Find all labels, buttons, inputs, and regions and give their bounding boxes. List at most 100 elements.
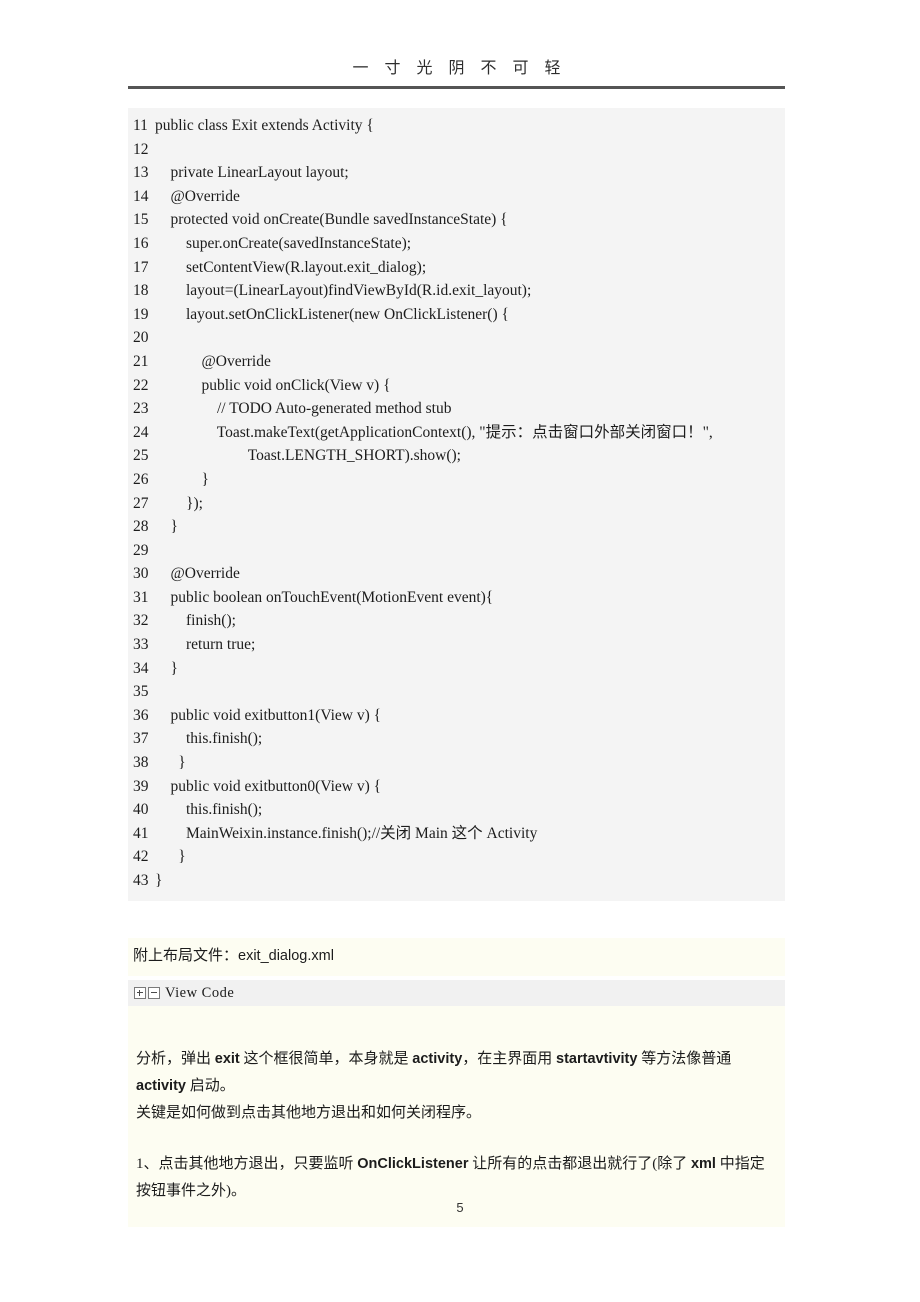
code-line-text: @Override xyxy=(155,352,271,370)
code-line: 20 xyxy=(128,326,785,350)
code-line-number: 26 xyxy=(133,470,149,488)
code-line-text: Toast.makeText(getApplicationContext(), … xyxy=(155,423,713,441)
minus-box-icon[interactable] xyxy=(148,987,160,999)
code-line-text: @Override xyxy=(155,187,240,205)
plus-box-icon[interactable] xyxy=(134,987,146,999)
code-line-text: this.finish(); xyxy=(155,801,263,819)
prose-paragraph-2: 关键是如何做到点击其他地方退出和如何关闭程序。 xyxy=(136,1105,482,1121)
code-line: 23 // TODO Auto-generated method stub xyxy=(128,397,785,421)
code-line-number: 22 xyxy=(133,376,149,394)
view-code-label[interactable]: View Code xyxy=(165,985,234,1002)
code-line-number: 17 xyxy=(133,258,149,276)
prose-p1-seg4: 等方法像普通 xyxy=(637,1051,732,1067)
code-line-number: 32 xyxy=(133,612,149,630)
code-line: 43} xyxy=(128,869,785,893)
code-line-number: 43 xyxy=(133,872,149,889)
code-line-text: public class Exit extends Activity { xyxy=(155,117,374,134)
code-line-text: Toast.LENGTH_SHORT).show(); xyxy=(155,447,461,465)
code-line-number: 19 xyxy=(133,305,149,323)
code-line-number: 15 xyxy=(133,211,149,229)
code-line-number: 39 xyxy=(133,777,149,795)
code-line-text: return true; xyxy=(155,636,256,654)
code-line-number: 35 xyxy=(133,683,149,701)
code-line-number: 18 xyxy=(133,282,149,300)
code-line-number: 25 xyxy=(133,447,149,465)
code-line: 33 return true; xyxy=(128,633,785,657)
code-line-text: MainWeixin.instance.finish();//关闭 Main 这… xyxy=(155,824,538,842)
prose-p3-en2: xml xyxy=(690,1156,716,1172)
attachment-caption: 附上布局文件：exit_dialog.xml xyxy=(128,938,785,976)
code-line: 26 } xyxy=(128,468,785,492)
code-line: 25 Toast.LENGTH_SHORT).show(); xyxy=(128,444,785,468)
code-line: 36 public void exitbutton1(View v) { xyxy=(128,704,785,728)
code-line: 31 public boolean onTouchEvent(MotionEve… xyxy=(128,586,785,610)
page-number: 5 xyxy=(456,1200,464,1215)
code-line: 42 } xyxy=(128,845,785,869)
analysis-prose: 分析，弹出 exit 这个框很简单，本身就是 activity ，在主界面用 st… xyxy=(128,1024,785,1227)
code-line-text: } xyxy=(155,754,186,772)
code-line-number: 28 xyxy=(133,518,149,536)
code-line: 35 xyxy=(128,680,785,704)
code-line: 17 setContentView(R.layout.exit_dialog); xyxy=(128,256,785,280)
code-line: 14 @Override xyxy=(128,185,785,209)
code-line: 18 layout=(LinearLayout)findViewById(R.i… xyxy=(128,279,785,303)
code-line-number: 40 xyxy=(133,801,149,819)
code-line: 15 protected void onCreate(Bundle savedI… xyxy=(128,208,785,232)
code-line-text: @Override xyxy=(155,565,240,583)
view-code-bar[interactable]: View Code xyxy=(128,980,785,1006)
code-line-text: public boolean onTouchEvent(MotionEvent … xyxy=(155,588,494,606)
code-listing: 11 public class Exit extends Activity { 12… xyxy=(128,108,785,901)
code-line-text: } xyxy=(155,872,163,889)
header-divider xyxy=(128,86,785,89)
attachment-filename: exit_dialog.xml xyxy=(238,948,334,964)
code-line: 27 }); xyxy=(128,492,785,516)
code-line-number: 21 xyxy=(133,352,149,370)
prose-p1-en1: exit xyxy=(214,1051,240,1067)
code-line-text: finish(); xyxy=(155,612,236,630)
prose-p3-seg2: 让所有的点击都退出就行了(除了 xyxy=(468,1156,691,1172)
code-line-number: 13 xyxy=(133,164,149,182)
prose-p1-seg3: ，在主界面用 xyxy=(462,1051,557,1067)
prose-p3-seg1: 1、点击其他地方退出，只要监听 xyxy=(136,1156,358,1172)
code-line: 34 } xyxy=(128,657,785,681)
code-line: 11 public class Exit extends Activity { xyxy=(128,114,785,138)
running-header: 一 寸 光 阴 不 可 轻 xyxy=(128,58,785,89)
code-line-number: 20 xyxy=(133,329,149,347)
prose-p1-seg5: 启动。 xyxy=(185,1078,235,1094)
code-line-text: }); xyxy=(155,494,203,512)
attachment-label: 附上布局文件： xyxy=(133,948,239,964)
code-line-number: 33 xyxy=(133,636,149,654)
document-page: 一 寸 光 阴 不 可 轻 11 public class Exit extend… xyxy=(0,0,920,1302)
code-line-text: public void exitbutton1(View v) { xyxy=(155,706,382,724)
code-line-number: 34 xyxy=(133,659,149,677)
code-line: 32 finish(); xyxy=(128,609,785,633)
code-line: 21 @Override xyxy=(128,350,785,374)
code-line: 29 xyxy=(128,539,785,563)
code-line: 38 } xyxy=(128,751,785,775)
prose-p1-en3: startavtivity xyxy=(556,1051,638,1067)
code-line-text: } xyxy=(155,659,178,677)
prose-p3-en1: OnClickListener xyxy=(357,1156,469,1172)
code-line-number: 36 xyxy=(133,706,149,724)
code-line-number: 27 xyxy=(133,494,149,512)
code-line-number: 12 xyxy=(133,140,149,158)
prose-p1-seg2: 这个框很简单，本身就是 xyxy=(239,1051,413,1067)
code-line-text: } xyxy=(155,470,209,488)
code-line: 41 MainWeixin.instance.finish();//关闭 Mai… xyxy=(128,822,785,846)
code-line-number: 41 xyxy=(133,824,149,842)
code-line: 40 this.finish(); xyxy=(128,798,785,822)
code-line-number: 14 xyxy=(133,187,149,205)
prose-p1-seg1: 分析，弹出 xyxy=(136,1051,215,1067)
code-line-text: private LinearLayout layout; xyxy=(155,164,349,182)
prose-p1-en4: activity xyxy=(136,1078,186,1094)
code-line-number: 30 xyxy=(133,565,149,583)
code-line-number: 29 xyxy=(133,541,149,559)
code-line: 19 layout.setOnClickListener(new OnClick… xyxy=(128,303,785,327)
code-line-text: public void onClick(View v) { xyxy=(155,376,391,394)
code-line: 22 public void onClick(View v) { xyxy=(128,374,785,398)
code-line: 37 this.finish(); xyxy=(128,727,785,751)
code-line: 24 Toast.makeText(getApplicationContext(… xyxy=(128,421,785,445)
code-line-number: 37 xyxy=(133,730,149,748)
prose-gap-strip xyxy=(128,1006,785,1024)
code-line-number: 24 xyxy=(133,423,149,441)
